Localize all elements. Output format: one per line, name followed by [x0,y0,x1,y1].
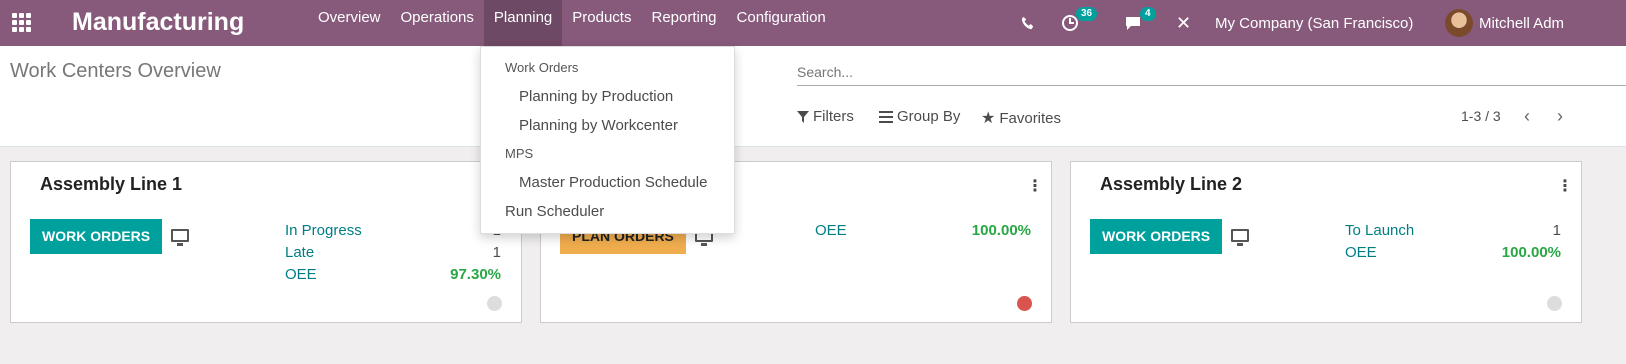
list-icon [879,110,893,123]
app-title[interactable]: Manufacturing [72,4,244,40]
stat-value-oee: 100.00% [1501,244,1561,261]
control-panel: Work Centers Overview Filters Group By ★… [0,46,1626,147]
group-by-button[interactable]: Group By [879,108,960,125]
menu-item-planning-by-workcenter[interactable]: Planning by Workcenter [519,117,678,134]
stat-label-oee[interactable]: OEE [285,266,317,283]
planning-dropdown-menu: Work Orders Planning by Production Plann… [480,46,735,234]
stat-label-in-progress[interactable]: In Progress [285,222,362,239]
section-header-mps: MPS [505,146,534,161]
pager-next-icon[interactable]: › [1557,106,1563,127]
stat-value-oee: 100.00% [971,222,1031,239]
card-title[interactable]: Assembly Line 1 [40,174,182,195]
status-dot[interactable] [1017,296,1032,311]
activity-count-badge: 36 [1076,7,1098,21]
pager-previous-icon[interactable]: ‹ [1524,106,1530,127]
phone-icon[interactable] [1021,0,1035,46]
monitor-icon[interactable] [1231,229,1249,246]
avatar [1445,9,1473,37]
stat-label-to-launch[interactable]: To Launch [1345,222,1414,239]
vertical-ellipsis-icon[interactable]: ⋮ [1027,176,1043,196]
menu-overview[interactable]: Overview [308,0,391,46]
user-menu[interactable]: Mitchell Adm [1445,0,1564,46]
stat-label-late[interactable]: Late [285,244,314,261]
page-title: Work Centers Overview [10,60,221,82]
menu-operations[interactable]: Operations [391,0,484,46]
filters-label: Filters [813,108,854,125]
menu-item-planning-by-production[interactable]: Planning by Production [519,88,673,105]
apps-grid-icon[interactable] [10,11,32,33]
menu-item-run-scheduler[interactable]: Run Scheduler [505,203,604,220]
menu-products[interactable]: Products [562,0,641,46]
filters-button[interactable]: Filters [797,108,854,125]
status-dot[interactable] [487,296,502,311]
monitor-icon[interactable] [171,229,189,246]
status-dot[interactable] [1547,296,1562,311]
favorites-button[interactable]: ★ Favorites [981,108,1061,128]
vertical-ellipsis-icon[interactable]: ⋮ [1557,176,1573,196]
message-count-badge: 4 [1140,7,1156,21]
top-navbar: Manufacturing Overview Operations Planni… [0,0,1626,46]
activity-clock-icon[interactable] [1061,0,1079,46]
debug-close-icon[interactable]: ✕ [1176,0,1191,46]
group-by-label: Group By [897,108,961,125]
menu-planning[interactable]: Planning [483,0,563,46]
search-bar [797,60,1626,86]
search-input[interactable] [797,64,1557,80]
stat-value-to-launch: 1 [1552,222,1561,239]
stat-label-oee[interactable]: OEE [1345,244,1377,261]
chat-icon[interactable] [1124,0,1142,46]
menu-item-master-production-schedule[interactable]: Master Production Schedule [519,174,707,191]
stat-value-oee: 97.30% [450,266,501,283]
work-orders-button[interactable]: WORK ORDERS [30,219,163,254]
section-header-work-orders: Work Orders [505,60,579,75]
stat-label-oee[interactable]: OEE [815,222,847,239]
user-name: Mitchell Adm [1479,14,1565,32]
workcenter-card: Assembly Line 2 ⋮ WORK ORDERS To Launch … [1070,161,1582,323]
menu-configuration[interactable]: Configuration [727,0,836,46]
stat-value-late: 1 [492,244,501,261]
pager-value[interactable]: 1-3 / 3 [1461,108,1501,124]
main-menu: Overview Operations Planning Products Re… [308,0,836,46]
company-switcher[interactable]: My Company (San Francisco) [1215,0,1413,46]
menu-reporting[interactable]: Reporting [641,0,726,46]
filter-icon [797,110,809,123]
work-orders-button[interactable]: WORK ORDERS [1090,219,1223,254]
favorites-label: Favorites [999,109,1062,127]
card-title[interactable]: Assembly Line 2 [1100,174,1242,195]
workcenter-card: Assembly Line 1 ⋮ WORK ORDERS In Progres… [10,161,522,323]
star-icon: ★ [981,110,996,127]
